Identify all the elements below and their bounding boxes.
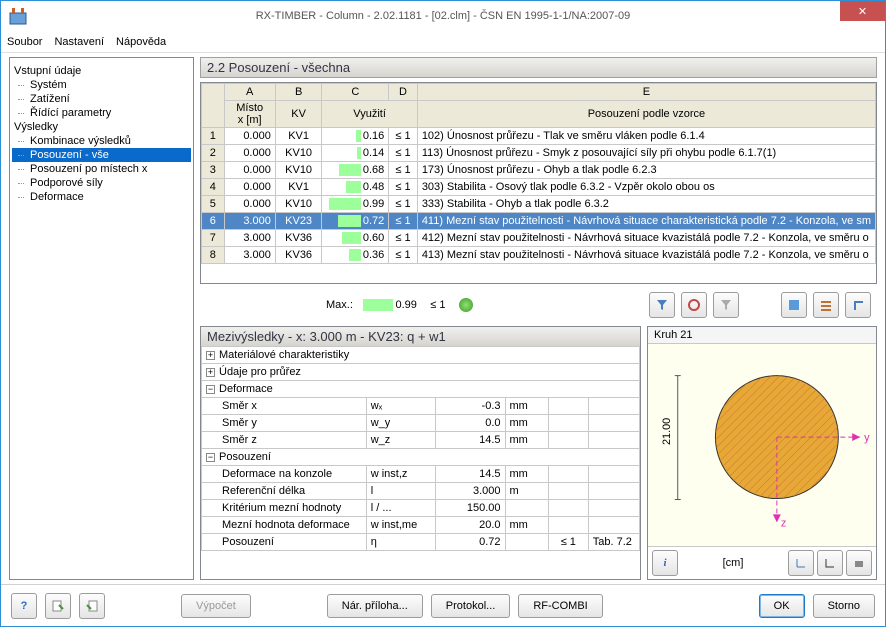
detail-row: Směr xwₓ-0.3mm <box>202 398 640 415</box>
menubar: Soubor Nastavení Nápověda <box>1 31 885 53</box>
protocol-button[interactable]: Protokol... <box>431 594 511 618</box>
nav-tree: Vstupní údaje Systém Zatížení Řídící par… <box>9 57 194 580</box>
print-section-button[interactable] <box>846 550 872 576</box>
viewer-title: Kruh 21 <box>648 327 876 344</box>
view-button-1[interactable] <box>781 292 807 318</box>
panel-title: 2.2 Posouzení - všechna <box>200 57 877 78</box>
detail-row: Referenční délkal3.000m <box>202 483 640 500</box>
col-kv: KV <box>275 101 322 128</box>
tree-item-deformations[interactable]: Deformace <box>12 190 191 204</box>
svg-text:z: z <box>781 517 786 529</box>
cancel-button[interactable]: Storno <box>813 594 875 618</box>
calc-button[interactable]: Výpočet <box>181 594 251 618</box>
window-title: RX-TIMBER - Column - 2.02.1181 - [02.clm… <box>256 10 631 22</box>
axes-button[interactable] <box>788 550 814 576</box>
detail-row: Mezní hodnota deformacew inst,me20.0mm <box>202 517 640 534</box>
bottom-bar: ? Výpočet Nár. příloha... Protokol... RF… <box>1 584 885 626</box>
export-button-2[interactable] <box>79 593 105 619</box>
detail-row: Směr zw_z14.5mm <box>202 432 640 449</box>
details-panel: Mezivýsledky - x: 3.000 m - KV23: q + w1… <box>200 326 641 580</box>
dimension-button[interactable] <box>817 550 843 576</box>
info-button[interactable]: i <box>652 550 678 576</box>
expand-geometry-icon[interactable]: + <box>206 368 215 377</box>
viewer-unit: [cm] <box>723 557 744 569</box>
tree-item-assessment-all[interactable]: Posouzení - vše <box>12 148 191 162</box>
filter-button-2[interactable] <box>681 292 707 318</box>
rfcombi-button[interactable]: RF-COMBI <box>518 594 602 618</box>
tree-item-support-forces[interactable]: Podporové síly <box>12 176 191 190</box>
tree-group-results[interactable]: Výsledky <box>12 120 191 134</box>
national-annex-button[interactable]: Nár. příloha... <box>327 594 423 618</box>
section-canvas[interactable]: 21.00 y z <box>648 344 876 546</box>
results-grid[interactable]: A B C D E Místox [m] KV Využití Posouzen… <box>200 82 877 284</box>
section-viewer: Kruh 21 21.00 y z i <box>647 326 877 580</box>
col-use: Využití <box>322 101 417 128</box>
table-row[interactable]: 83.000KV360.36≤ 1413) Mezní stav použite… <box>202 247 876 264</box>
tree-item-combinations[interactable]: Kombinace výsledků <box>12 134 191 148</box>
table-row[interactable]: 10.000KV10.16≤ 1102) Únosnost průřezu - … <box>202 128 876 145</box>
col-location: Místox [m] <box>224 101 275 128</box>
diameter-label: 21.00 <box>661 418 673 445</box>
menu-help[interactable]: Nápověda <box>116 36 166 48</box>
svg-text:y: y <box>864 432 870 444</box>
table-row[interactable]: 50.000KV100.99≤ 1333) Stabilita - Ohyb a… <box>202 196 876 213</box>
table-row[interactable]: 73.000KV360.60≤ 1412) Mezní stav použite… <box>202 230 876 247</box>
table-row[interactable]: 30.000KV100.68≤ 1173) Únosnost průřezu -… <box>202 162 876 179</box>
table-row[interactable]: 63.000KV230.72≤ 1411) Mezní stav použite… <box>202 213 876 230</box>
tree-item-system[interactable]: Systém <box>12 78 191 92</box>
ok-icon <box>459 298 473 312</box>
filter-button-1[interactable] <box>649 292 675 318</box>
detail-row: Kritérium mezní hodnotyl / ...150.00 <box>202 500 640 517</box>
table-row[interactable]: 40.000KV10.48≤ 1303) Stabilita - Osový t… <box>202 179 876 196</box>
close-button[interactable]: ✕ <box>840 1 885 21</box>
summary-row: Max.: 0.99 ≤ 1 <box>200 288 877 322</box>
max-label: Max.: <box>326 299 353 311</box>
help-button[interactable]: ? <box>11 593 37 619</box>
tree-group-input[interactable]: Vstupní údaje <box>12 64 191 78</box>
tree-item-load[interactable]: Zatížení <box>12 92 191 106</box>
detail-row: Směr yw_y0.0mm <box>202 415 640 432</box>
expand-deformation-icon[interactable]: − <box>206 385 215 394</box>
detail-row: Posouzeníη0.72≤ 1Tab. 7.2 <box>202 534 640 551</box>
table-row[interactable]: 20.000KV100.14≤ 1113) Únosnost průřezu -… <box>202 145 876 162</box>
titlebar: RX-TIMBER - Column - 2.02.1181 - [02.clm… <box>1 1 885 31</box>
tree-item-params[interactable]: Řídící parametry <box>12 106 191 120</box>
export-button-1[interactable] <box>45 593 71 619</box>
menu-settings[interactable]: Nastavení <box>54 36 104 48</box>
col-formula: Posouzení podle vzorce <box>417 101 875 128</box>
expand-assessment-icon[interactable]: − <box>206 453 215 462</box>
menu-file[interactable]: Soubor <box>7 36 42 48</box>
view-button-2[interactable] <box>813 292 839 318</box>
app-icon <box>9 7 27 25</box>
view-button-3[interactable] <box>845 292 871 318</box>
details-title: Mezivýsledky - x: 3.000 m - KV23: q + w1 <box>201 327 640 346</box>
ok-button[interactable]: OK <box>759 594 805 618</box>
filter-button-3[interactable] <box>713 292 739 318</box>
tree-item-assessment-x[interactable]: Posouzení po místech x <box>12 162 191 176</box>
detail-row: Deformace na konzolew inst,z14.5mm <box>202 466 640 483</box>
expand-material-icon[interactable]: + <box>206 351 215 360</box>
